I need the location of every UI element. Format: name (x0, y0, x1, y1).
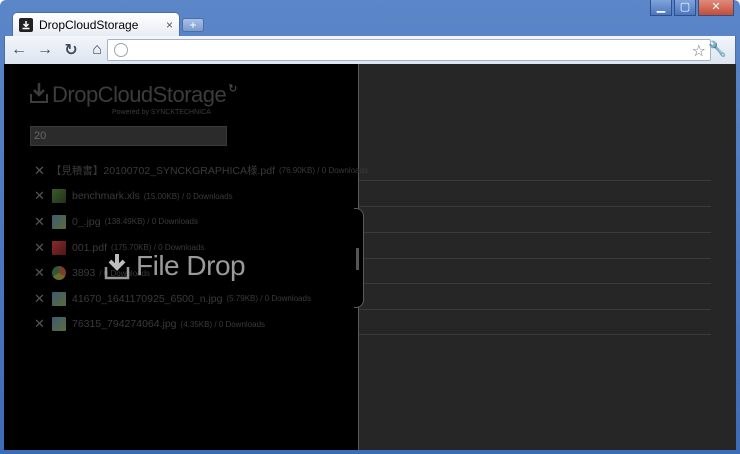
divider (359, 334, 711, 335)
delete-file-icon[interactable]: ✕ (34, 188, 52, 204)
delete-file-icon[interactable]: ✕ (34, 163, 45, 179)
browser-window: ▁ ▢ ✕ DropCloudStorage × + ← → ↻ ⌂ ☆ 🔧 D… (0, 0, 740, 454)
file-row[interactable]: ✕ benchmark.xls (15.00KB) / 0 Downloads (34, 184, 364, 210)
close-window-button[interactable]: ✕ (698, 0, 734, 16)
delete-file-icon[interactable]: ✕ (34, 265, 52, 281)
divider (359, 283, 711, 284)
pdf-file-icon (52, 240, 66, 255)
reload-button[interactable]: ↻ (59, 39, 83, 61)
delete-file-icon[interactable]: ✕ (34, 291, 52, 307)
browser-tab[interactable]: DropCloudStorage × (12, 12, 180, 36)
file-name[interactable]: benchmark.xls (72, 190, 140, 202)
divider (359, 180, 711, 181)
drop-area-panel (358, 64, 736, 450)
divider (359, 206, 711, 207)
download-favicon-icon (19, 17, 33, 32)
chrome-file-icon (52, 266, 66, 281)
file-meta: (15.00KB) / 0 Downloads (143, 191, 233, 201)
delete-file-icon[interactable]: ✕ (34, 240, 52, 256)
file-row[interactable]: ✕ 41670_1641170925_6500_n.jpg (5.79KB) / 0… (34, 286, 364, 312)
bookmark-star-icon[interactable]: ☆ (692, 41, 706, 61)
search-input[interactable]: 20 (30, 126, 227, 146)
file-row[interactable]: ✕ 【見積書】20100702_SYNCKGRAPHICA様.pdf (76.90K… (34, 158, 368, 184)
img-file-icon (52, 317, 66, 332)
address-bar[interactable]: ☆ (107, 39, 711, 61)
resize-grip[interactable] (356, 248, 359, 270)
file-name[interactable]: 001.pdf (72, 242, 107, 254)
window-controls: ▁ ▢ ✕ (650, 0, 734, 16)
file-drop-zone[interactable]: File Drop (104, 250, 246, 282)
file-list: ✕ 【見積書】20100702_SYNCKGRAPHICA様.pdf (76.90K… (34, 158, 368, 338)
tab-close-icon[interactable]: × (166, 18, 173, 32)
minimize-button[interactable]: ▁ (650, 0, 672, 16)
back-button[interactable]: ← (7, 39, 31, 61)
file-meta: (138.49KB) / 0 Downloads (104, 217, 198, 227)
maximize-button[interactable]: ▢ (674, 0, 696, 16)
home-button[interactable]: ⌂ (85, 39, 109, 61)
file-name[interactable]: 76315_794274064.jpg (72, 318, 177, 330)
file-drop-icon (104, 252, 130, 280)
file-meta: (5.79KB) / 0 Downloads (226, 294, 311, 304)
xls-file-icon (52, 189, 66, 204)
app-logo: DropCloudStorage ↻ (30, 82, 237, 108)
powered-by: Powered by SYNCKTECHNICA (112, 109, 211, 116)
download-logo-icon (30, 82, 48, 104)
refresh-icon[interactable]: ↻ (228, 82, 237, 95)
browser-toolbar: ← → ↻ ⌂ ☆ 🔧 (4, 36, 736, 64)
file-row[interactable]: ✕ 0_.jpg (138.49KB) / 0 Downloads (34, 209, 364, 235)
forward-button[interactable]: → (33, 39, 57, 61)
file-meta: (4.35KB) / 0 Downloads (180, 319, 266, 329)
delete-file-icon[interactable]: ✕ (34, 316, 52, 332)
divider (359, 232, 711, 233)
file-name[interactable]: 3893 (72, 267, 95, 279)
new-tab-button[interactable]: + (182, 18, 204, 32)
file-name[interactable]: 【見積書】20100702_SYNCKGRAPHICA様.pdf (51, 163, 275, 178)
divider (359, 309, 711, 310)
globe-icon (114, 43, 128, 57)
file-drop-label: File Drop (136, 250, 246, 281)
logo-text: DropCloudStorage (52, 82, 227, 107)
file-row[interactable]: ✕ 76315_794274064.jpg (4.35KB) / 0 Downloa… (34, 312, 364, 338)
page-content: DropCloudStorage ↻ Powered by SYNCKTECHN… (4, 64, 736, 450)
delete-file-icon[interactable]: ✕ (34, 214, 52, 230)
wrench-menu-icon[interactable]: 🔧 (708, 40, 727, 58)
tab-title: DropCloudStorage (39, 17, 139, 32)
img-file-icon (52, 214, 66, 229)
file-name[interactable]: 0_.jpg (72, 216, 101, 228)
img-file-icon (52, 291, 66, 306)
file-meta: (76.90KB) / 0 Downloads (279, 166, 368, 176)
divider (359, 258, 711, 259)
file-name[interactable]: 41670_1641170925_6500_n.jpg (72, 293, 222, 305)
